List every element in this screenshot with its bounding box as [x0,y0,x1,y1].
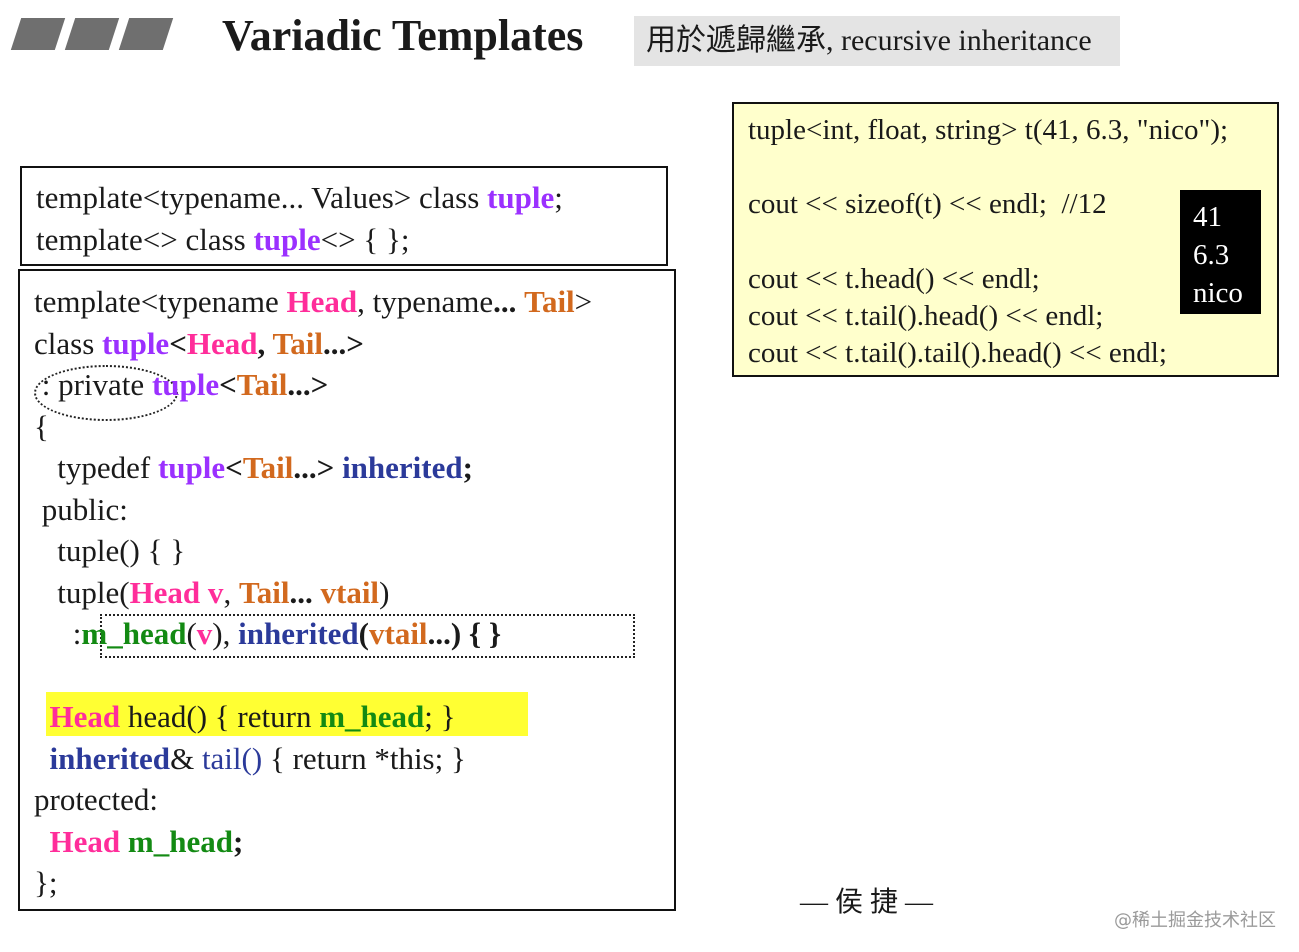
code-line: Head m_head; [49,824,244,859]
header-decoration-bar [118,18,174,50]
output-line: 6.3 [1193,239,1230,271]
code-line: tuple(Head v, Tail... vtail) [34,575,390,610]
page-subtitle: 用於遞歸繼承, recursive inheritance [634,16,1120,66]
output-line: 41 [1193,201,1222,233]
code-line: cout << t.tail().tail().head() << endl; [748,337,1167,369]
code-line: template<> class tuple<> { }; [36,222,410,257]
author-signature: — 侯 捷 — [800,887,934,918]
code-line: template<typename... Values> class tuple… [36,180,563,215]
code-line: cout << t.tail().head() << endl; [748,300,1104,332]
code-line: : private tuple<Tail...> [34,367,329,402]
code-line: cout << t.head() << endl; [748,263,1040,295]
code-line: tuple<int, float, string> t(41, 6.3, "ni… [748,114,1229,146]
code-line: protected: [34,782,158,817]
output-line: nico [1193,277,1243,309]
code-line: cout << sizeof(t) << endl; //12 [748,188,1107,220]
code-line: template<typename Head, typename... Tail… [34,284,593,319]
code-line: }; [34,865,58,900]
code-line: :m_head(v), inherited(vtail...) { } [34,616,502,651]
code-line: { [34,409,49,444]
code-line: Head head() { return m_head; } [49,699,456,734]
code-line: tuple() { } [34,533,186,568]
code-line: typedef tuple<Tail...> inherited; [34,450,473,485]
code-line: public: [34,492,128,527]
console-output: 41 6.3 nico [1180,190,1261,314]
watermark: @稀土掘金技术社区 [1114,910,1276,931]
code-line: inherited& tail() { return *this; } [49,741,466,776]
header-decoration-bar [10,18,66,50]
declarations-box: template<typename... Values> class tuple… [20,166,668,266]
header-decoration-bar [64,18,120,50]
page-title: Variadic Templates [222,11,584,60]
class-definition-box: template<typename Head, typename... Tail… [18,269,676,911]
code-line: class tuple<Head, Tail...> [34,326,364,361]
